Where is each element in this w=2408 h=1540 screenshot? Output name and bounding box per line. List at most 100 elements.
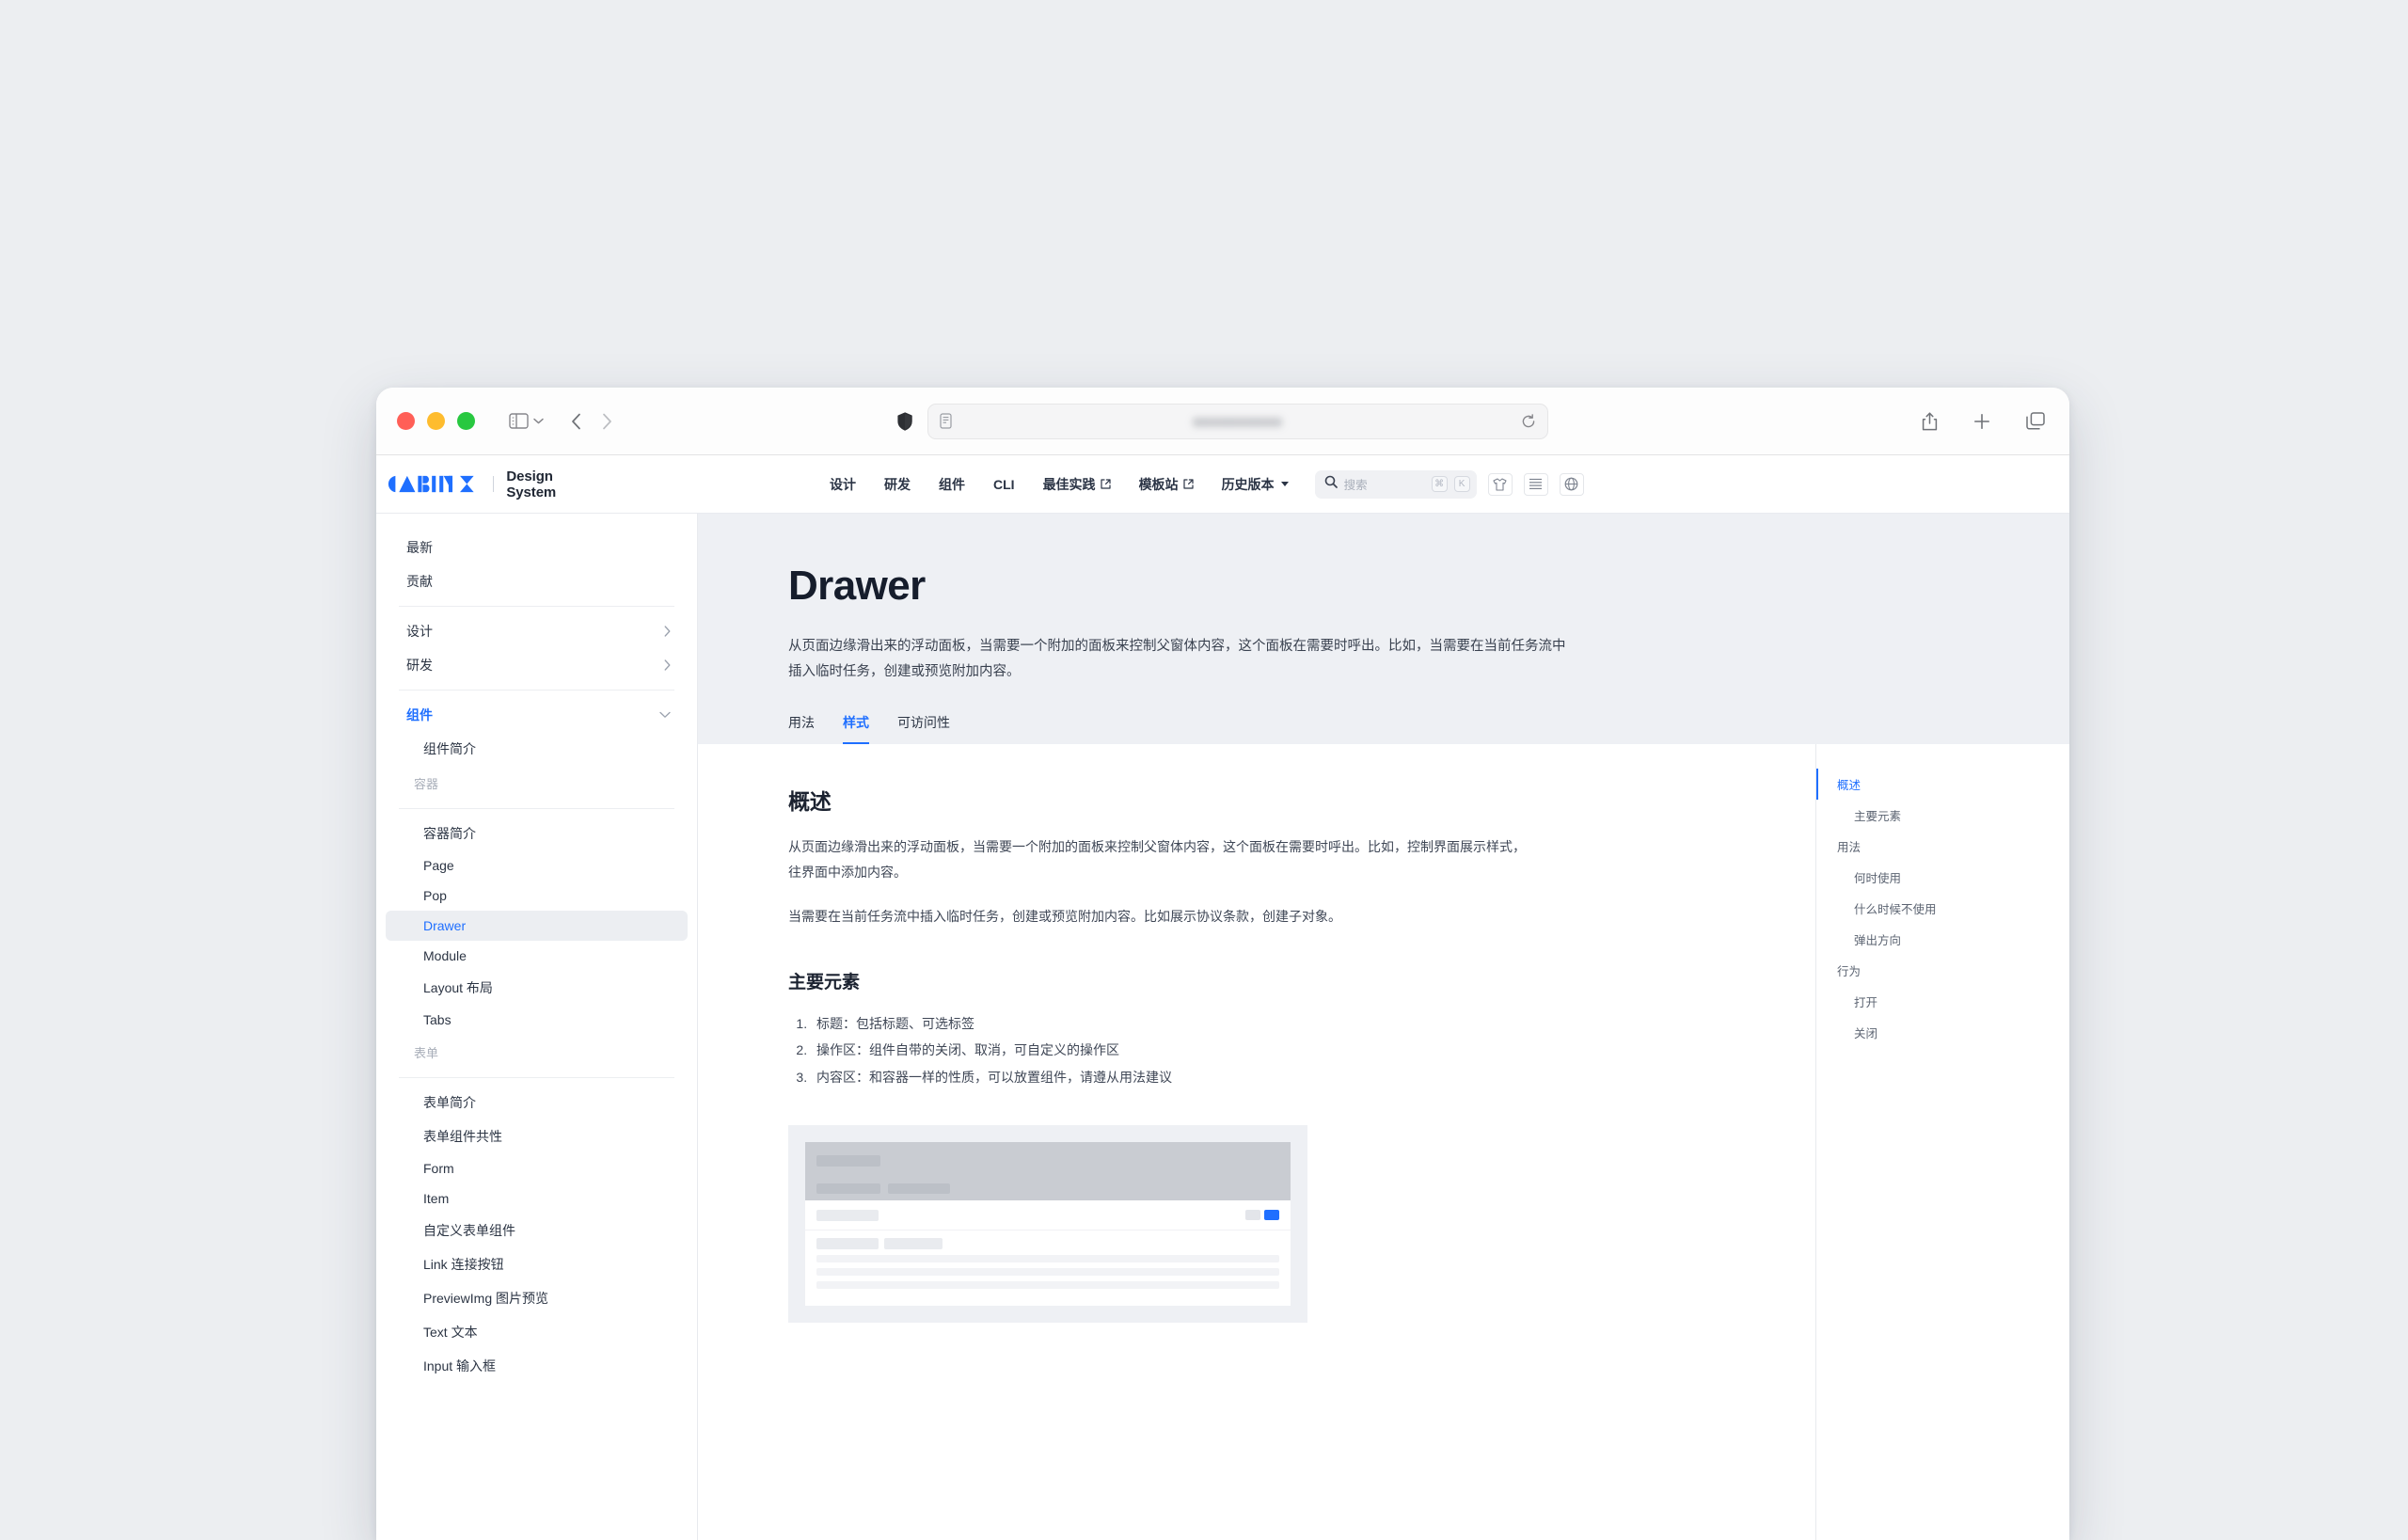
tab-usage[interactable]: 用法 xyxy=(788,713,815,744)
new-tab-icon[interactable] xyxy=(1973,413,1990,430)
reload-icon[interactable] xyxy=(1521,414,1536,429)
sidebar-item-tabs[interactable]: Tabs xyxy=(386,1005,688,1035)
close-window-button[interactable] xyxy=(397,412,415,430)
sidebar-item-components[interactable]: 组件 xyxy=(386,698,688,732)
page-title: Drawer xyxy=(788,564,2069,608)
toc-item-popup-direction[interactable]: 弹出方向 xyxy=(1816,924,2069,955)
sidebar-item-form-common[interactable]: 表单组件共性 xyxy=(386,1119,688,1153)
sidebar-item-design[interactable]: 设计 xyxy=(386,614,688,648)
sidebar-item-latest[interactable]: 最新 xyxy=(386,531,688,564)
content-column: Drawer 从页面边缘滑出来的浮动面板，当需要一个附加的面板来控制父窗体内容，… xyxy=(698,514,2069,1540)
nav-label: 历史版本 xyxy=(1222,475,1275,494)
share-icon[interactable] xyxy=(1922,412,1938,431)
sidebar-item-form[interactable]: Form xyxy=(386,1153,688,1183)
nav-item-cli[interactable]: CLI xyxy=(993,477,1015,492)
cabin-x-logo-icon xyxy=(388,475,481,493)
header-right: 搜索 ⌘ K xyxy=(1315,470,1584,499)
nav-label: 组件 xyxy=(939,475,965,494)
mock-drawer-toolbar xyxy=(805,1200,1291,1230)
mock-drawer-body xyxy=(805,1230,1291,1296)
list-icon[interactable] xyxy=(1524,473,1548,496)
browser-window: ■■■■■■■■■■ xyxy=(376,388,2069,1540)
sidebar-item-link[interactable]: Link 连接按钮 xyxy=(386,1247,688,1281)
sidebar-item-layout[interactable]: Layout 布局 xyxy=(386,971,688,1005)
sidebar-item-label: Module xyxy=(423,948,467,963)
sidebar-item-module[interactable]: Module xyxy=(386,941,688,971)
toc-item-when-not-to-use[interactable]: 什么时候不使用 xyxy=(1816,893,2069,924)
url-address-bar[interactable]: ■■■■■■■■■■ xyxy=(927,404,1548,439)
section-heading-main-elements: 主要元素 xyxy=(788,968,1815,993)
sidebar-item-components-intro[interactable]: 组件简介 xyxy=(386,732,688,766)
brand-title: Design System xyxy=(506,468,604,500)
sidebar-toggle-group[interactable] xyxy=(509,413,545,429)
sidebar-panel-icon[interactable] xyxy=(509,413,529,429)
toc-item-main-elements[interactable]: 主要元素 xyxy=(1816,800,2069,831)
mock-placeholder-bar xyxy=(816,1238,879,1249)
sidebar-item-form-intro[interactable]: 表单简介 xyxy=(386,1086,688,1119)
sidebar-item-label: PreviewImg 图片预览 xyxy=(423,1289,548,1308)
brand[interactable]: Design System xyxy=(388,468,604,500)
section-heading-overview: 概述 xyxy=(788,784,1815,816)
browser-nav-arrows[interactable] xyxy=(571,413,612,430)
chevron-down-icon xyxy=(659,711,671,719)
mock-placeholder-bar xyxy=(884,1238,943,1249)
nav-item-research[interactable]: 研发 xyxy=(884,475,911,494)
toc-item-open[interactable]: 打开 xyxy=(1816,986,2069,1017)
kbd-k: K xyxy=(1454,476,1470,492)
back-icon[interactable] xyxy=(571,413,581,430)
sidebar-item-input[interactable]: Input 输入框 xyxy=(386,1349,688,1383)
toc-item-close[interactable]: 关闭 xyxy=(1816,1017,2069,1048)
sidebar-item-label: Form xyxy=(423,1161,454,1176)
sidebar-item-page[interactable]: Page xyxy=(386,850,688,881)
theme-icon[interactable] xyxy=(1488,473,1513,496)
toc-item-usage[interactable]: 用法 xyxy=(1816,831,2069,862)
sidebar-item-label: Item xyxy=(423,1191,449,1206)
sidebar-item-custom-form-component[interactable]: 自定义表单组件 xyxy=(386,1214,688,1247)
sidebar-item-research[interactable]: 研发 xyxy=(386,648,688,682)
sidebar-item-label: Input 输入框 xyxy=(423,1357,496,1375)
nav-item-design[interactable]: 设计 xyxy=(830,475,856,494)
maximize-window-button[interactable] xyxy=(457,412,475,430)
drawer-example-figure xyxy=(788,1125,1307,1323)
search-input[interactable]: 搜索 ⌘ K xyxy=(1315,470,1477,499)
sidebar-item-label: 设计 xyxy=(406,622,433,641)
nav-item-best-practice[interactable]: 最佳实践 xyxy=(1043,475,1111,494)
toc-item-behavior[interactable]: 行为 xyxy=(1816,955,2069,986)
sidebar-item-pop[interactable]: Pop xyxy=(386,881,688,911)
nav-item-components[interactable]: 组件 xyxy=(939,475,965,494)
external-link-icon xyxy=(1183,477,1194,492)
mock-placeholder-bar xyxy=(888,1183,950,1194)
sidebar-item-container-intro[interactable]: 容器简介 xyxy=(386,817,688,850)
main-elements-list: 标题：包括标题、可选标签 操作区：组件自带的关闭、取消，可自定义的操作区 内容区… xyxy=(788,1010,1815,1091)
sidebar-item-contribute[interactable]: 贡献 xyxy=(386,564,688,598)
figure-inner xyxy=(805,1142,1291,1306)
sidebar: 最新 贡献 设计 研发 组件 xyxy=(376,514,698,1540)
globe-icon[interactable] xyxy=(1560,473,1584,496)
tab-overview-icon[interactable] xyxy=(2026,412,2045,430)
sidebar-item-item[interactable]: Item xyxy=(386,1183,688,1214)
browser-toolbar-right xyxy=(1922,412,2045,431)
sidebar-item-label: Link 连接按钮 xyxy=(423,1255,504,1274)
minimize-window-button[interactable] xyxy=(427,412,445,430)
sidebar-item-text[interactable]: Text 文本 xyxy=(386,1315,688,1349)
toc-item-when-to-use[interactable]: 何时使用 xyxy=(1816,862,2069,893)
forward-icon[interactable] xyxy=(602,413,612,430)
nav-item-history-version[interactable]: 历史版本 xyxy=(1222,475,1289,494)
kbd-cmd: ⌘ xyxy=(1432,476,1448,492)
mock-secondary-button xyxy=(1245,1210,1260,1220)
sidebar-item-label: Text 文本 xyxy=(423,1323,478,1342)
mock-placeholder-bar xyxy=(816,1210,879,1221)
sidebar-item-label: 组件 xyxy=(406,706,433,724)
toc-item-overview[interactable]: 概述 xyxy=(1816,769,2069,800)
tab-style[interactable]: 样式 xyxy=(843,713,869,744)
reader-view-icon[interactable] xyxy=(940,413,952,429)
tab-accessibility[interactable]: 可访问性 xyxy=(897,713,950,744)
sidebar-item-drawer[interactable]: Drawer xyxy=(386,911,688,941)
window-traffic-lights[interactable] xyxy=(397,412,475,430)
mock-placeholder-bar xyxy=(816,1183,880,1194)
chevron-down-icon[interactable] xyxy=(532,417,545,425)
nav-item-template-site[interactable]: 模板站 xyxy=(1139,475,1194,494)
sidebar-item-previewimg[interactable]: PreviewImg 图片预览 xyxy=(386,1281,688,1315)
shield-privacy-icon[interactable] xyxy=(897,412,912,431)
sidebar-divider xyxy=(399,690,674,691)
